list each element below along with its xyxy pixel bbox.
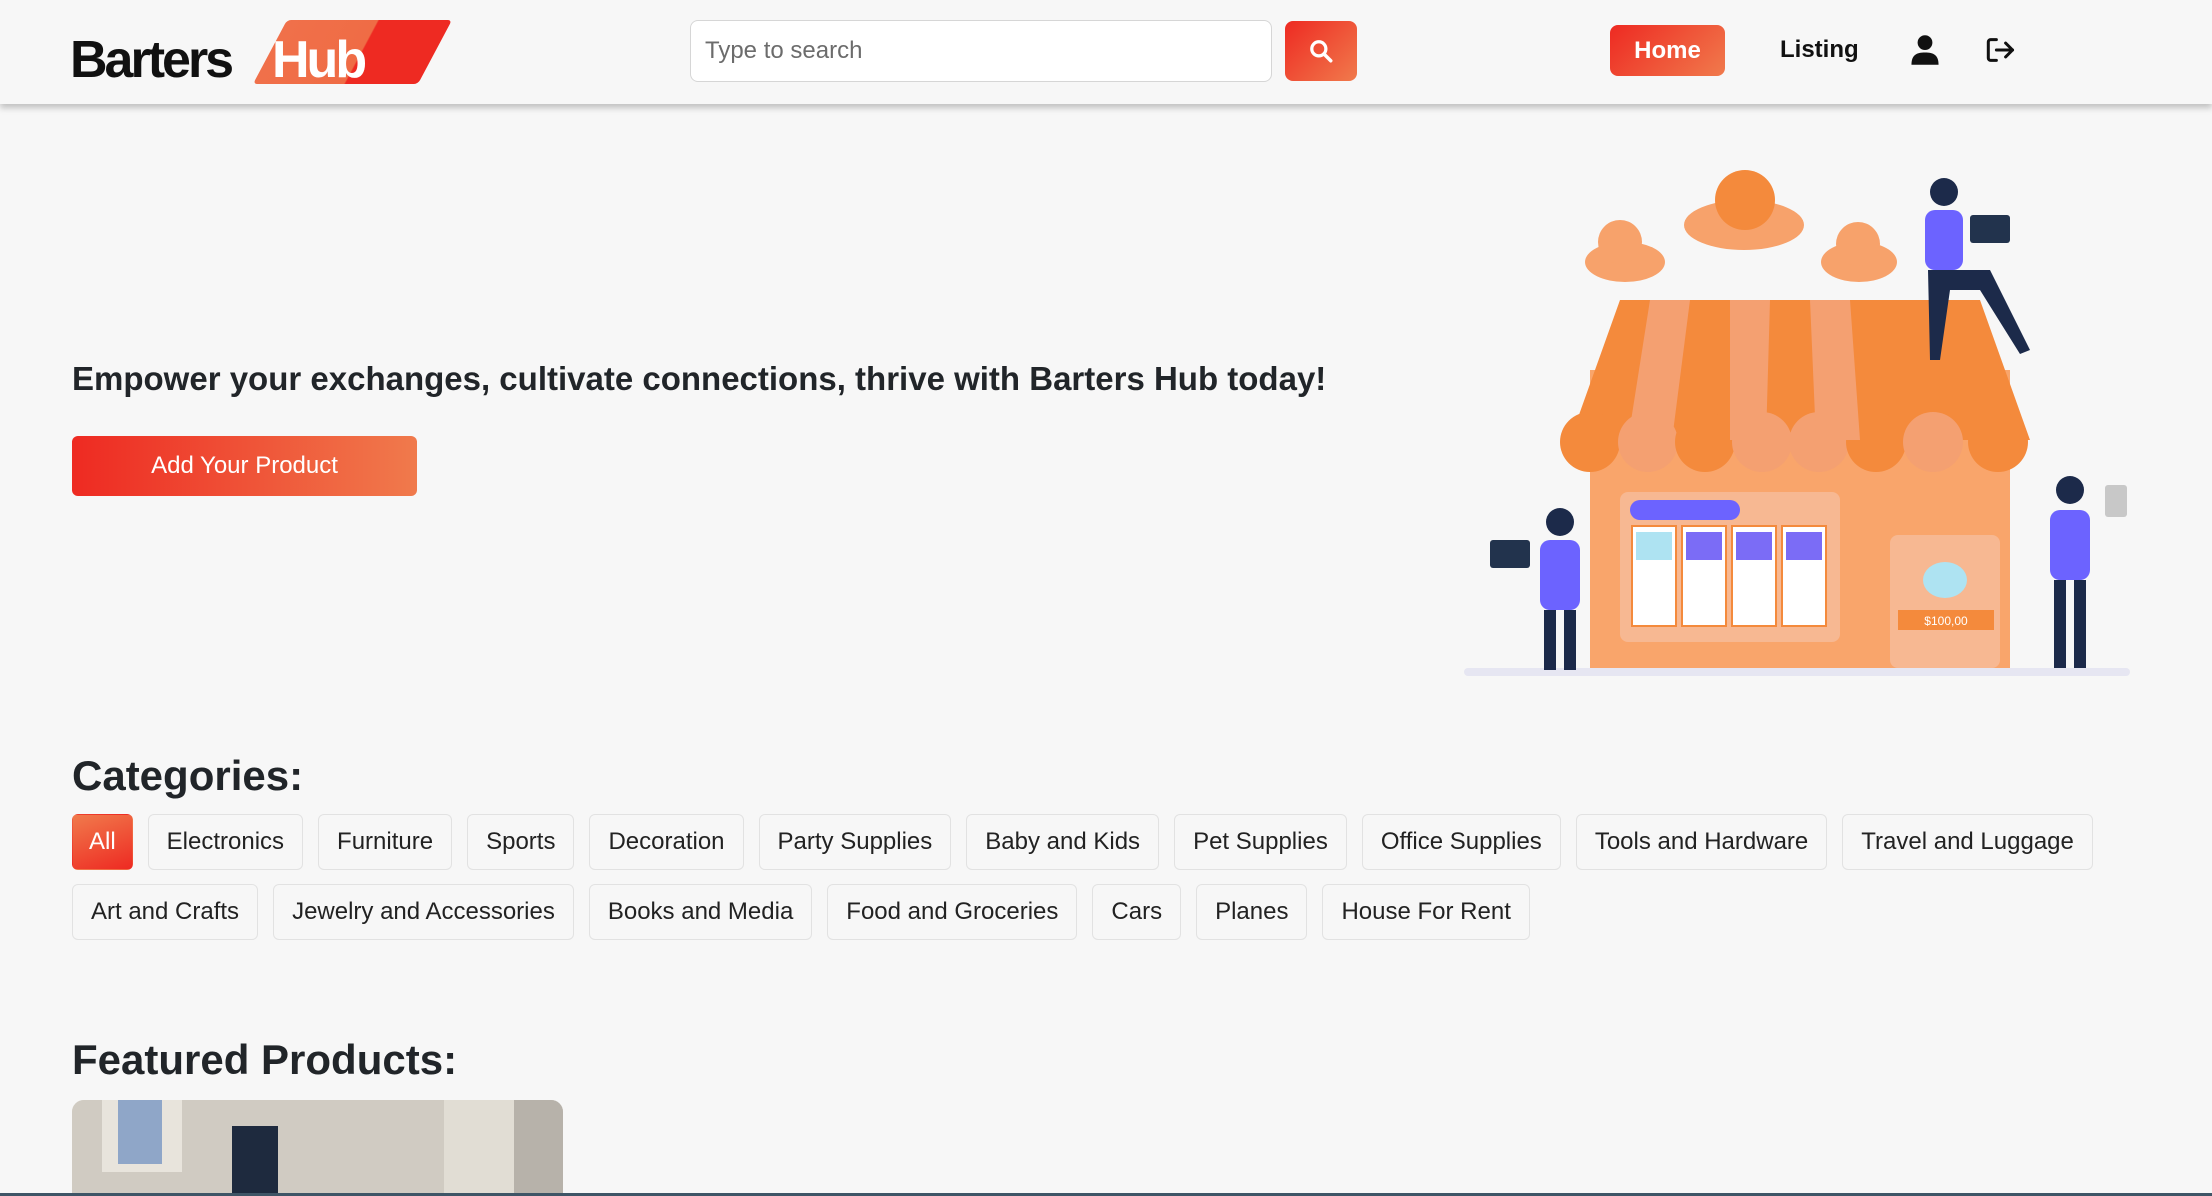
category-chip-electronics[interactable]: Electronics (147, 814, 304, 870)
category-chip-pet-supplies[interactable]: Pet Supplies (1174, 814, 1347, 870)
product-image (72, 1100, 563, 1196)
category-chip-house-for-rent[interactable]: House For Rent (1322, 884, 1530, 940)
product-panel (1890, 535, 2000, 668)
category-chip-books-and-media[interactable]: Books and Media (588, 884, 813, 940)
hero-tagline: Empower your exchanges, cultivate connec… (72, 360, 1327, 397)
category-chip-baby-and-kids[interactable]: Baby and Kids (966, 814, 1160, 870)
top-navbar: Barters Hub Home Listing (0, 0, 2212, 104)
category-chip-cars[interactable]: Cars (1092, 884, 1182, 940)
category-chip-sports[interactable]: Sports (467, 814, 575, 870)
logout-icon[interactable] (1986, 36, 2016, 64)
barters-hub-logo[interactable]: Barters Hub (70, 20, 453, 89)
nav-home-button[interactable]: Home (1610, 25, 1725, 76)
categories-heading: Categories: (72, 752, 304, 799)
category-chip-party-supplies[interactable]: Party Supplies (758, 814, 952, 870)
featured-products-heading: Featured Products: (72, 1036, 458, 1083)
person-right (2050, 476, 2127, 668)
logo-text-accent: Hub (272, 31, 367, 89)
svg-text:$100,00: $100,00 (1924, 614, 1968, 628)
search-button[interactable] (1285, 21, 1357, 81)
category-chip-office-supplies[interactable]: Office Supplies (1361, 814, 1561, 870)
logo-text-primary: Barters (70, 31, 234, 89)
awning (1560, 300, 2030, 472)
category-chip-list: All Electronics Furniture Sports Decorat… (72, 814, 2132, 940)
add-your-product-button[interactable]: Add Your Product (72, 436, 417, 496)
category-chip-art-and-crafts[interactable]: Art and Crafts (72, 884, 259, 940)
featured-product-card[interactable] (72, 1100, 563, 1196)
storefront-illustration: $100,00 (1464, 170, 2130, 676)
person-left (1490, 508, 1580, 670)
category-chip-travel-and-luggage[interactable]: Travel and Luggage (1842, 814, 2093, 870)
category-chip-jewelry-and-accessories[interactable]: Jewelry and Accessories (273, 884, 574, 940)
category-chip-planes[interactable]: Planes (1196, 884, 1308, 940)
search-input[interactable] (690, 20, 1272, 82)
search-icon (1310, 40, 1333, 63)
category-chip-all[interactable]: All (72, 814, 133, 870)
category-chip-tools-and-hardware[interactable]: Tools and Hardware (1575, 814, 1828, 870)
nav-listing-link[interactable]: Listing (1780, 36, 1859, 64)
category-chip-furniture[interactable]: Furniture (318, 814, 453, 870)
ground-line (1464, 668, 2130, 676)
cloud-icon (1585, 170, 1897, 282)
category-chip-decoration[interactable]: Decoration (589, 814, 744, 870)
category-chip-food-and-groceries[interactable]: Food and Groceries (827, 884, 1078, 940)
user-icon[interactable] (1910, 34, 1940, 66)
